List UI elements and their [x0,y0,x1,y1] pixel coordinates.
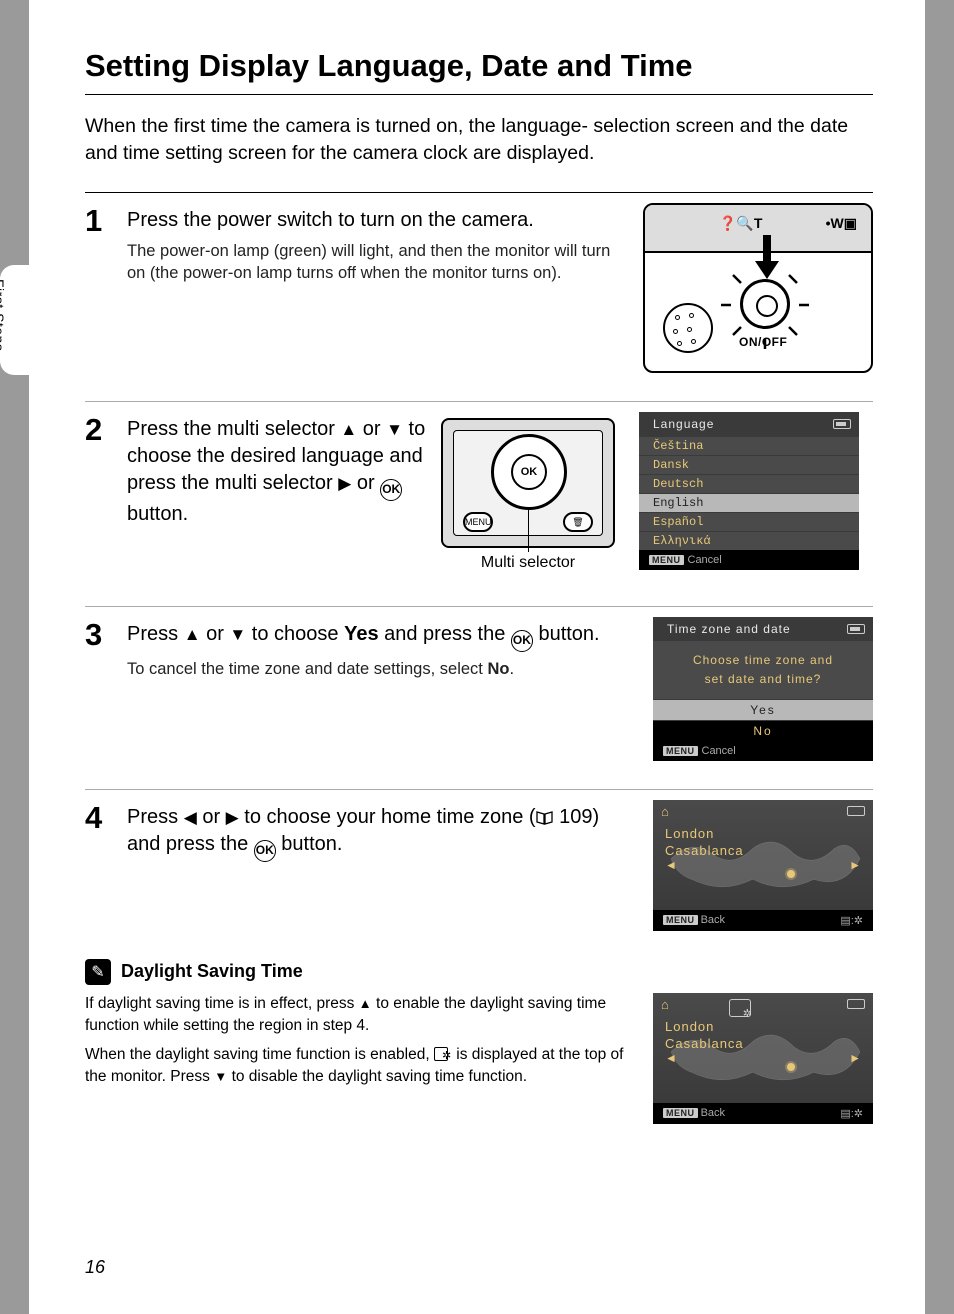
step-1: 1 Press the power switch to turn on the … [85,203,873,373]
camera-top-figure: ❓🔍T •W▣ ON/OFF [643,203,873,373]
home-icon: ⌂ [661,804,669,819]
battery-icon [847,806,865,816]
location-dot-icon [787,1063,795,1071]
timezone-city: LondonCasablanca [665,826,744,860]
step-3-number: 3 [85,617,123,650]
language-item-selected: English [639,493,859,512]
ok-button-icon: OK [254,840,276,862]
step-1-number: 1 [85,203,123,236]
lcd-footer-cancel: Cancel [688,554,722,566]
menu-button-icon: MENU [463,512,493,532]
zoom-wide-icon: •W▣ [826,215,857,232]
right-arrow-icon: ▶ [226,807,239,830]
note-daylight-saving: ✎ Daylight Saving Time If daylight savin… [85,959,873,1124]
menu-tag: MENU [663,746,698,756]
lcd-footer-cancel: Cancel [702,745,736,757]
timezone-prompt: Choose time zone and set date and time? [653,641,873,699]
step-2-number: 2 [85,412,123,445]
up-arrow-icon: ▲ [359,995,372,1013]
note-title: Daylight Saving Time [121,961,303,982]
step-1-subtext: The power-on lamp (green) will light, an… [127,240,629,285]
step-4-heading: Press ◀ or ▶ to choose your home time zo… [127,800,629,862]
dst-indicator-icon [434,1047,452,1061]
left-arrow-icon: ◀ [184,807,197,830]
timezone-city: LondonCasablanca [665,1019,744,1053]
step-3: 3 Press ▲ or ▼ to choose Yes and press t… [85,617,873,761]
step-4-number: 4 [85,800,123,833]
option-no: No [653,720,873,741]
side-tab-label: First Steps [0,279,7,389]
timezone-map-screen: ⌂ LondonCasablanca ◄ ► MENU Back ▤:✲ [653,800,873,931]
right-arrow-icon: ▶ [338,473,351,496]
battery-icon [847,624,865,634]
onoff-label: ON/OFF [739,335,787,349]
ok-button-icon: OK [511,630,533,652]
up-arrow-icon: ▲ [340,419,357,442]
language-item: Deutsch [639,474,859,493]
timezone-map-dst-screen: ⌂ LondonCasablanca ◄ ► MENU Back [653,993,873,1124]
nav-right-icon: ► [849,1051,861,1065]
battery-icon [847,999,865,1009]
zoom-tele-icon: ❓🔍T [719,215,762,232]
language-item: Español [639,512,859,531]
lcd-footer-back: Back [701,914,725,926]
option-yes: Yes [653,699,873,720]
menu-tag: MENU [649,555,684,565]
nav-right-icon: ► [849,858,861,872]
page: Setting Display Language, Date and Time … [29,0,925,1314]
language-item: Dansk [639,455,859,474]
down-arrow-icon: ▼ [229,624,246,647]
step-2: 2 Press the multi selector ▲ or ▼ to cho… [85,412,873,578]
language-item: Ελληνικά [639,531,859,550]
menu-tag: MENU [663,915,698,925]
language-list: Čeština Dansk Deutsch English Español Ελ… [639,436,859,550]
timezone-prompt-screen: Time zone and date Choose time zone and … [653,617,873,761]
page-number: 16 [85,1257,105,1278]
menu-tag: MENU [663,1108,698,1118]
multi-selector-figure: OK MENU 🗑 Multi selector [441,418,615,578]
nav-left-icon: ◄ [665,1051,677,1065]
nav-left-icon: ◄ [665,858,677,872]
battery-icon [833,419,851,429]
lcd-title-timezone: Time zone and date [667,622,791,636]
step-2-heading: Press the multi selector ▲ or ▼ to choos… [127,412,427,528]
manual-ref-icon [536,811,554,825]
lcd-footer-back: Back [701,1107,725,1119]
down-arrow-icon: ▼ [214,1068,227,1086]
language-item: Čeština [639,436,859,455]
lcd-title-language: Language [653,417,714,431]
intro-text: When the first time the camera is turned… [85,113,873,168]
trash-button-icon: 🗑 [563,512,593,532]
up-arrow-icon: ▲ [184,624,201,647]
ok-center-icon: OK [511,454,547,490]
location-dot-icon [787,870,795,878]
ok-button-icon: OK [380,479,402,501]
speaker-holes-icon [663,303,713,353]
note-icon: ✎ [85,959,111,985]
home-icon: ⌂ [661,997,669,1012]
note-body: If daylight saving time is in effect, pr… [85,993,631,1124]
step-1-heading: Press the power switch to turn on the ca… [127,203,629,234]
step-3-subtext: To cancel the time zone and date setting… [127,658,629,680]
dst-help-icon: ▤:✲ [840,914,863,927]
language-screen: Language Čeština Dansk Deutsch English E… [639,412,859,570]
page-title: Setting Display Language, Date and Time [85,48,873,95]
dst-help-icon: ▤:✲ [840,1107,863,1120]
step-4: 4 Press ◀ or ▶ to choose your home time … [85,800,873,931]
multi-selector-caption: Multi selector [441,554,615,572]
side-tab: First Steps [0,265,29,375]
down-arrow-icon: ▼ [386,419,403,442]
step-3-heading: Press ▲ or ▼ to choose Yes and press the… [127,617,629,652]
